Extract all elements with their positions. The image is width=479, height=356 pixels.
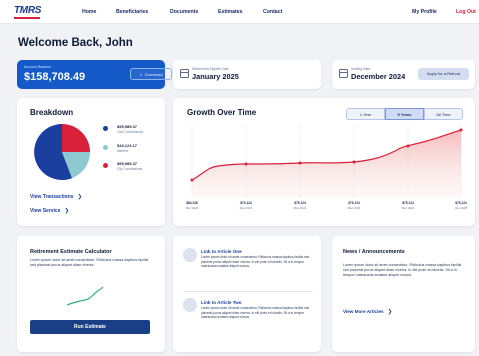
apply-refund-button[interactable]: Apply for a Refund <box>418 68 469 80</box>
trend-sparkline <box>66 286 104 306</box>
calendar-icon <box>180 69 189 78</box>
view-transactions-link[interactable]: View Transactions ❯ <box>30 194 82 200</box>
x-date: Mar 2021 <box>239 206 253 210</box>
legend-label: City Contributions <box>117 167 143 171</box>
logo[interactable]: TMRS <box>14 5 41 16</box>
calculator-body: Lorem ipsum dolor sit amet consectetur. … <box>30 258 149 268</box>
x-value: $75,124 <box>294 201 306 205</box>
x-value: $64,326 <box>186 201 198 205</box>
page-title: Welcome Back, John <box>18 37 133 49</box>
nav-home[interactable]: Home <box>82 9 96 15</box>
article-thumbnail <box>183 248 197 262</box>
x-value: $70,124 <box>240 201 252 205</box>
download-icon: ⇩ <box>139 72 143 77</box>
growth-title: Growth Over Time <box>187 108 257 117</box>
chevron-right-icon: ❯ <box>77 194 83 200</box>
legend-dot-interest <box>103 145 108 150</box>
legend-amount: $95,985.37 <box>117 124 138 129</box>
legend-amount: $43,123.17 <box>117 143 138 148</box>
nav-documents[interactable]: Documents <box>170 9 198 15</box>
vesting-date-card: Vesting Date December 2024 Apply for a R… <box>332 60 475 89</box>
view-more-articles-label: View More Articles <box>343 309 384 314</box>
nav-contact[interactable]: Contact <box>263 9 282 15</box>
view-service-label: View Service <box>30 208 61 214</box>
article-one-link[interactable]: Link to Article One <box>201 249 242 254</box>
breakdown-title: Breakdown <box>30 108 74 117</box>
article-one-body: Lorem ipsum dolor sit amet consectetur. … <box>201 255 310 269</box>
x-date: Mar 2023 <box>347 206 361 210</box>
x-date: Mar 2020 <box>185 206 199 210</box>
retirement-date-value: January 2025 <box>192 72 239 81</box>
legend-label: Your Contributions <box>117 130 144 134</box>
chevron-right-icon: ❯ <box>64 208 70 214</box>
top-nav: TMRS Home Beneficiaries Documents Estima… <box>0 0 479 24</box>
vesting-date-value: December 2024 <box>351 72 406 81</box>
legend-dot-city <box>103 163 108 168</box>
tab-1-year[interactable]: 1 Year <box>346 108 385 120</box>
x-value: $75,124 <box>455 201 467 205</box>
article-two-body: Lorem ipsum dolor sit amet consectetur. … <box>201 306 310 320</box>
x-value: $75,124 <box>348 201 360 205</box>
news-title: News / Announcements <box>343 249 405 255</box>
nav-profile[interactable]: My Profile <box>412 9 437 15</box>
download-button[interactable]: ⇩ Download <box>130 68 172 80</box>
account-balance-card: Account Balance $158,708.49 ⇩ Download <box>17 60 172 89</box>
articles-divider <box>183 291 313 292</box>
x-date: Jan 2025 <box>454 206 468 210</box>
retirement-date-card: Retirement Eligible Date January 2025 <box>173 60 321 89</box>
article-thumbnail <box>183 298 197 312</box>
x-date: Mar 2024 <box>401 206 415 210</box>
legend-label: Interest <box>117 149 128 153</box>
view-service-link[interactable]: View Service ❯ <box>30 208 69 214</box>
nav-estimates[interactable]: Estimates <box>218 9 243 15</box>
calculator-title: Retirement Estimate Calculator <box>30 249 112 255</box>
nav-logout[interactable]: Log Out <box>456 9 476 15</box>
view-transactions-label: View Transactions <box>30 194 74 200</box>
tab-5-years[interactable]: 5 Years <box>385 108 424 120</box>
tab-all-time[interactable]: All Time <box>424 108 463 120</box>
article-two-link[interactable]: Link to Article Two <box>201 300 242 305</box>
x-date: Mar 2022 <box>293 206 307 210</box>
legend-amount: $95,985.37 <box>117 161 138 166</box>
view-more-articles-link[interactable]: View More Articles ❯ <box>343 309 392 315</box>
chevron-right-icon: ❯ <box>387 309 393 315</box>
x-value: $75,124 <box>402 201 414 205</box>
retirement-date-label: Retirement Eligible Date <box>192 67 229 71</box>
calendar-icon <box>339 69 348 78</box>
balance-value: $158,708.49 <box>24 71 86 83</box>
balance-label: Account Balance <box>24 65 51 69</box>
breakdown-pie-chart <box>34 124 90 180</box>
logo-underline <box>14 17 40 19</box>
news-body: Lorem ipsum dolor sit amet consectetur. … <box>343 263 462 278</box>
vesting-date-label: Vesting Date <box>351 67 371 71</box>
legend-dot-contributions <box>103 126 108 131</box>
download-label: Download <box>144 72 163 77</box>
run-estimate-button[interactable]: Run Estimate <box>30 320 150 334</box>
pie-slice-city <box>62 124 90 152</box>
growth-line-chart <box>190 124 463 198</box>
nav-beneficiaries[interactable]: Beneficiaries <box>116 9 148 15</box>
